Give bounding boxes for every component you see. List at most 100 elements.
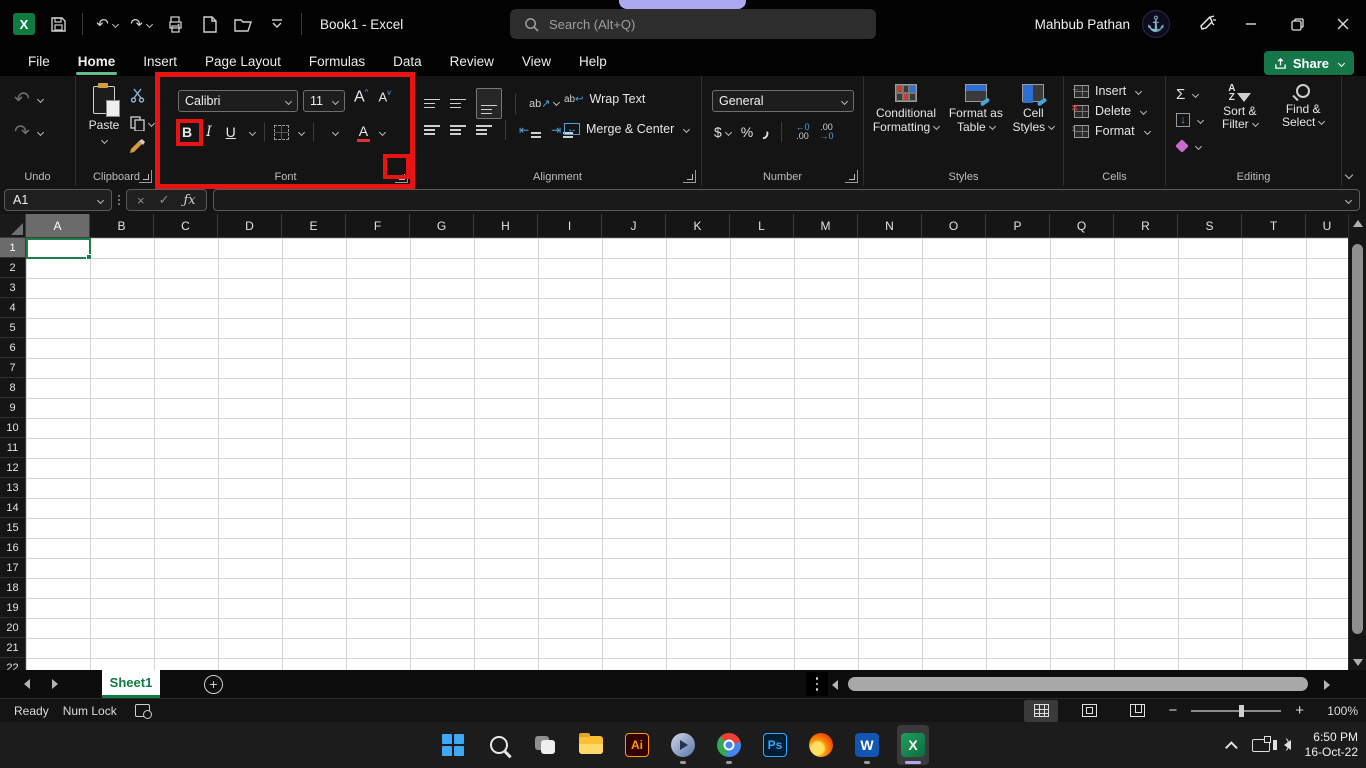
undo-button[interactable]: ↶ <box>14 88 43 111</box>
column-header-U[interactable]: U <box>1306 214 1348 237</box>
row-header-20[interactable]: 20 <box>0 618 25 638</box>
tab-view[interactable]: View <box>508 50 565 75</box>
paste-button[interactable]: Paste <box>84 86 124 150</box>
tab-review[interactable]: Review <box>436 50 508 75</box>
zoom-slider-thumb[interactable] <box>1239 705 1244 717</box>
row-header-14[interactable]: 14 <box>0 498 25 518</box>
format-cells-button[interactable]: ↕ Format <box>1074 124 1150 138</box>
number-dialog-launcher[interactable] <box>845 170 858 183</box>
save-button[interactable] <box>44 10 72 38</box>
conditional-formatting-button[interactable]: ConditionalFormatting <box>873 84 939 170</box>
chevron-down-icon[interactable] <box>379 128 386 135</box>
row-header-5[interactable]: 5 <box>0 318 25 338</box>
column-header-R[interactable]: R <box>1114 214 1178 237</box>
minimize-button[interactable] <box>1228 0 1274 48</box>
scrollbar-splitter[interactable] <box>806 672 828 696</box>
cancel-button[interactable]: × <box>137 193 145 208</box>
align-left-button[interactable] <box>424 125 440 135</box>
orientation-button[interactable]: ab↗ <box>529 97 559 110</box>
row-header-18[interactable]: 18 <box>0 578 25 598</box>
taskbar-task-view[interactable] <box>529 725 561 765</box>
customize-qat-button[interactable] <box>263 10 291 38</box>
horizontal-scroll-thumb[interactable] <box>848 677 1308 691</box>
taskbar-word[interactable]: W <box>851 725 883 765</box>
formula-input[interactable] <box>213 189 1360 211</box>
zoom-slider[interactable] <box>1191 710 1281 712</box>
collapse-ribbon-button[interactable] <box>1345 171 1353 179</box>
tab-home[interactable]: Home <box>64 50 130 75</box>
row-header-4[interactable]: 4 <box>0 298 25 318</box>
row-header-19[interactable]: 19 <box>0 598 25 618</box>
sort-filter-button[interactable]: AZ Sort &Filter <box>1222 84 1258 131</box>
taskbar-excel[interactable]: X <box>897 725 929 765</box>
cell-area[interactable] <box>26 238 1348 670</box>
borders-button[interactable] <box>274 125 289 140</box>
comma-style-button[interactable]: ٫ <box>763 122 768 142</box>
vertical-scroll-thumb[interactable] <box>1352 244 1363 634</box>
scroll-down-arrow[interactable] <box>1353 659 1363 666</box>
chevron-down-icon[interactable] <box>298 128 305 135</box>
row-header-13[interactable]: 13 <box>0 478 25 498</box>
taskbar-chrome[interactable] <box>713 725 745 765</box>
clipboard-dialog-launcher[interactable] <box>139 170 152 183</box>
decrease-indent-button[interactable]: ⇤ <box>519 123 541 138</box>
tab-formulas[interactable]: Formulas <box>295 50 379 75</box>
chevron-down-icon[interactable] <box>332 128 339 135</box>
next-sheet-button[interactable] <box>52 679 58 689</box>
column-header-S[interactable]: S <box>1178 214 1242 237</box>
number-format-select[interactable]: General <box>712 90 854 112</box>
formula-bar-grip[interactable] <box>118 195 120 205</box>
row-header-1[interactable]: 1 <box>0 238 25 258</box>
center-button[interactable] <box>450 125 466 135</box>
merge-center-button[interactable]: ↔ Merge & Center <box>564 116 689 142</box>
column-header-J[interactable]: J <box>602 214 666 237</box>
font-size-select[interactable]: 11 <box>303 90 345 112</box>
top-align-button[interactable] <box>424 99 440 109</box>
column-header-Q[interactable]: Q <box>1050 214 1114 237</box>
taskbar-search[interactable] <box>483 725 515 765</box>
name-box[interactable]: A1 <box>4 189 112 211</box>
column-header-I[interactable]: I <box>538 214 602 237</box>
select-all-corner[interactable] <box>0 214 26 238</box>
copy-button[interactable] <box>130 116 154 131</box>
tab-insert[interactable]: Insert <box>129 50 191 75</box>
row-header-8[interactable]: 8 <box>0 378 25 398</box>
row-header-17[interactable]: 17 <box>0 558 25 578</box>
column-header-D[interactable]: D <box>218 214 282 237</box>
font-color-button[interactable]: A <box>357 123 370 142</box>
search-input[interactable]: Search (Alt+Q) <box>510 9 876 39</box>
row-header-22[interactable]: 22 <box>0 658 25 670</box>
taskbar-windows-start[interactable] <box>437 725 469 765</box>
excel-app-icon[interactable]: X <box>10 10 38 38</box>
column-header-T[interactable]: T <box>1242 214 1306 237</box>
decrease-decimal-button[interactable]: .00→0 <box>819 123 833 141</box>
delete-cells-button[interactable]: ✕ Delete <box>1074 104 1150 118</box>
tab-data[interactable]: Data <box>379 50 436 75</box>
format-as-table-button[interactable]: Format asTable <box>949 84 1003 170</box>
middle-align-button[interactable] <box>450 99 466 109</box>
taskbar-kmplayer[interactable] <box>667 725 699 765</box>
column-header-E[interactable]: E <box>282 214 346 237</box>
bottom-align-button[interactable] <box>476 88 502 119</box>
clock[interactable]: 6:50 PM 16-Oct-22 <box>1305 730 1358 760</box>
italic-button[interactable]: I <box>202 122 216 142</box>
tab-help[interactable]: Help <box>565 50 621 75</box>
row-header-15[interactable]: 15 <box>0 518 25 538</box>
row-header-7[interactable]: 7 <box>0 358 25 378</box>
share-button[interactable]: Share <box>1264 51 1354 75</box>
coming-soon-megaphone-icon[interactable] <box>1188 0 1228 48</box>
scroll-right-arrow[interactable] <box>1324 680 1330 690</box>
decrease-font-size-button[interactable]: Av <box>378 88 391 106</box>
column-header-F[interactable]: F <box>346 214 410 237</box>
find-select-button[interactable]: Find &Select <box>1282 84 1324 129</box>
user-name[interactable]: Mahbub Pathan <box>1035 17 1130 32</box>
wrap-text-button[interactable]: ab↩ Wrap Text <box>564 86 689 112</box>
alignment-dialog-launcher[interactable] <box>683 170 696 183</box>
row-header-9[interactable]: 9 <box>0 398 25 418</box>
column-header-K[interactable]: K <box>666 214 730 237</box>
horizontal-scrollbar[interactable] <box>832 675 1344 693</box>
normal-view-button[interactable] <box>1024 700 1058 722</box>
fill-button[interactable]: ↓ <box>1176 110 1203 130</box>
increase-font-size-button[interactable]: A^ <box>354 88 368 106</box>
macro-record-icon[interactable] <box>135 704 150 717</box>
